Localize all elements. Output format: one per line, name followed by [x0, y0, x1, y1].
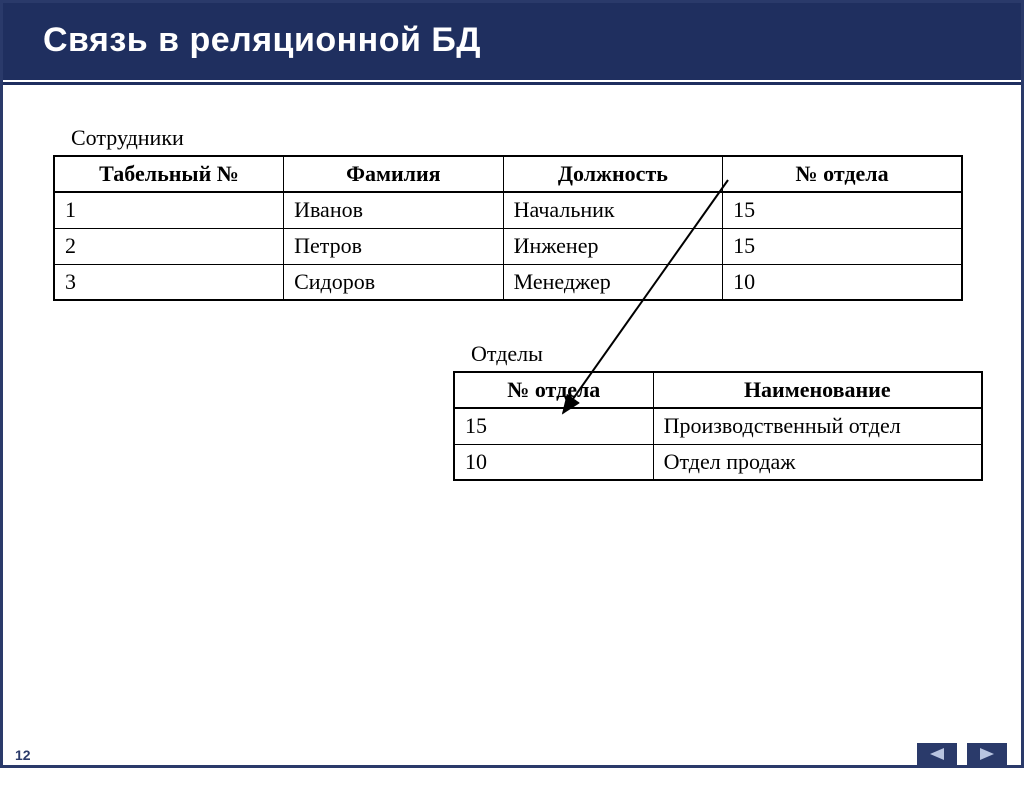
prev-button[interactable]	[917, 743, 957, 765]
employees-table: Табельный № Фамилия Должность № отдела 1…	[53, 155, 963, 301]
next-button[interactable]	[967, 743, 1007, 765]
cell: Иванов	[284, 192, 504, 228]
cell: Менеджер	[503, 264, 723, 300]
col-header: № отдела	[723, 156, 962, 192]
table-header-row: № отдела Наименование	[454, 372, 982, 408]
employees-table-wrapper: Сотрудники Табельный № Фамилия Должность…	[53, 125, 971, 301]
cell: 10	[723, 264, 962, 300]
col-header: Фамилия	[284, 156, 504, 192]
cell: 3	[54, 264, 284, 300]
cell: Сидоров	[284, 264, 504, 300]
page-number: 12	[15, 747, 31, 763]
cell: 15	[723, 228, 962, 264]
cell: 15	[723, 192, 962, 228]
nav-buttons	[917, 743, 1007, 765]
cell: Инженер	[503, 228, 723, 264]
cell: 10	[454, 444, 653, 480]
col-header: № отдела	[454, 372, 653, 408]
title-bar: Связь в реляционной БД	[3, 3, 1021, 82]
table-row: 3 Сидоров Менеджер 10	[54, 264, 962, 300]
cell: Производственный отдел	[653, 408, 982, 444]
cell: Петров	[284, 228, 504, 264]
table-row: 10 Отдел продаж	[454, 444, 982, 480]
slide-frame: Связь в реляционной БД Сотрудники Табель…	[0, 0, 1024, 768]
footer: 12	[3, 741, 1021, 765]
triangle-left-icon	[930, 748, 944, 760]
triangle-right-icon	[980, 748, 994, 760]
cell: Начальник	[503, 192, 723, 228]
slide-title: Связь в реляционной БД	[43, 21, 993, 60]
col-header: Наименование	[653, 372, 982, 408]
cell: 2	[54, 228, 284, 264]
table-row: 2 Петров Инженер 15	[54, 228, 962, 264]
table-row: 15 Производственный отдел	[454, 408, 982, 444]
table-row: 1 Иванов Начальник 15	[54, 192, 962, 228]
table-header-row: Табельный № Фамилия Должность № отдела	[54, 156, 962, 192]
content-area: Сотрудники Табельный № Фамилия Должность…	[3, 85, 1021, 755]
cell: 1	[54, 192, 284, 228]
departments-table-wrapper: Отделы № отдела Наименование 15 Производ…	[453, 341, 971, 481]
col-header: Должность	[503, 156, 723, 192]
cell: Отдел продаж	[653, 444, 982, 480]
col-header: Табельный №	[54, 156, 284, 192]
employees-caption: Сотрудники	[71, 125, 971, 151]
departments-caption: Отделы	[471, 341, 971, 367]
departments-table: № отдела Наименование 15 Производственны…	[453, 371, 983, 481]
cell: 15	[454, 408, 653, 444]
